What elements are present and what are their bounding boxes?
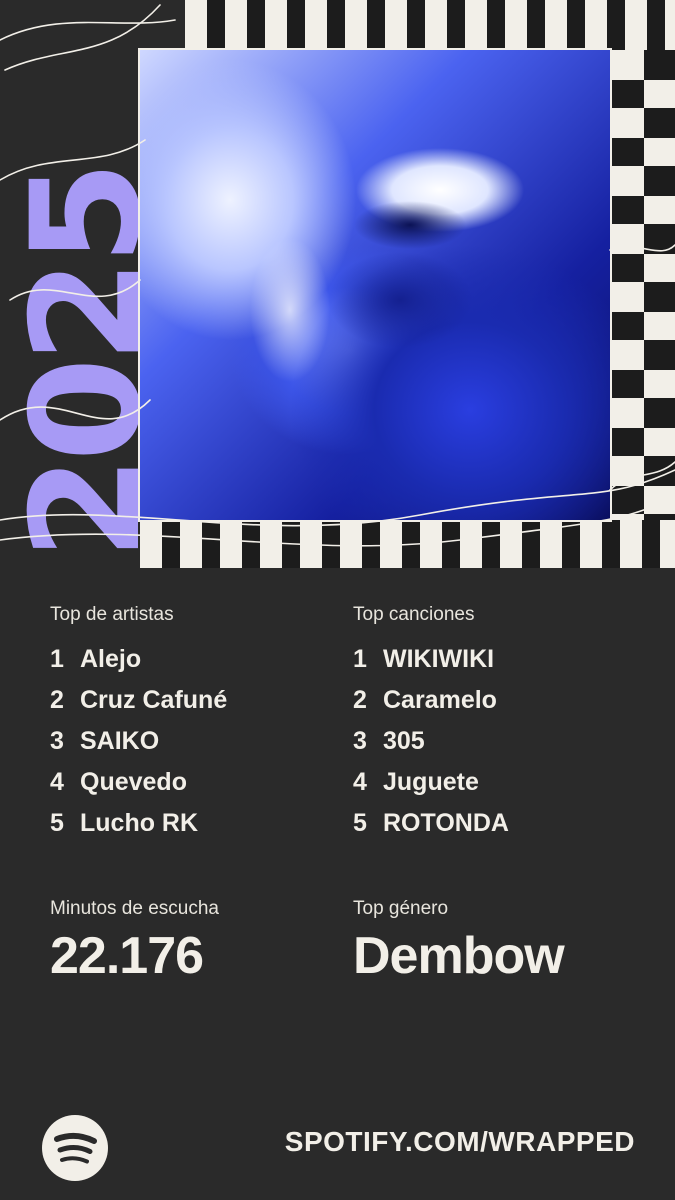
song-name: ROTONDA (383, 809, 509, 837)
wrapped-card: 2025 Top de artistas 1 Alejo 2 Cruz Cafuné (0, 0, 675, 1200)
minutes-value: 22.176 (50, 927, 204, 985)
rank-number: 1 (50, 645, 64, 673)
minutes-label: Minutos de escucha (50, 898, 219, 919)
genre-value: Dembow (353, 927, 565, 985)
spotify-logo-icon (42, 1115, 108, 1181)
artist-name: SAIKO (80, 727, 160, 755)
song-name: Caramelo (383, 686, 497, 714)
song-name: Juguete (383, 768, 479, 796)
rank-number: 2 (353, 686, 367, 714)
artist-item: 3 SAIKO (50, 721, 227, 762)
genre-stat: Top género Dembow (353, 896, 565, 988)
rank-number: 5 (50, 809, 64, 837)
scribble-lines-decoration (0, 4, 675, 547)
top-songs-list: 1 WIKIWIKI 2 Caramelo 3 305 4 Juguete 5 ROTON… (353, 639, 509, 844)
rank-number: 2 (50, 686, 64, 714)
spotify-waves-icon (54, 1132, 97, 1164)
artist-name: Cruz Cafuné (80, 686, 228, 714)
rank-number: 4 (50, 768, 64, 796)
artist-name: Lucho RK (80, 809, 199, 837)
song-name: WIKIWIKI (383, 645, 495, 673)
rank-number: 3 (50, 727, 64, 755)
rank-number: 4 (353, 768, 367, 796)
artist-item: 2 Cruz Cafuné (50, 680, 227, 721)
song-item: 1 WIKIWIKI (353, 639, 509, 680)
top-artists-section: Top de artistas 1 Alejo 2 Cruz Cafuné 3 SAI… (50, 603, 227, 844)
song-item: 5 ROTONDA (353, 803, 509, 844)
song-item: 4 Juguete (353, 762, 509, 803)
minutes-stat: Minutos de escucha 22.176 (50, 896, 219, 988)
top-artists-heading: Top de artistas (50, 604, 174, 625)
rank-number: 5 (353, 809, 367, 837)
artist-item: 4 Quevedo (50, 762, 227, 803)
artist-name: Alejo (80, 645, 142, 673)
artist-name: Quevedo (80, 768, 187, 796)
genre-label: Top género (353, 898, 449, 919)
wrapped-url-link[interactable]: SPOTIFY.COM/WRAPPED (285, 1126, 635, 1158)
rank-number: 1 (353, 645, 367, 673)
song-name: 305 (383, 727, 425, 755)
top-artists-list: 1 Alejo 2 Cruz Cafuné 3 SAIKO 4 Quevedo 5 Luc… (50, 639, 227, 844)
artist-item: 1 Alejo (50, 639, 227, 680)
song-item: 3 305 (353, 721, 509, 762)
header-artwork: 2025 (0, 0, 675, 568)
song-item: 2 Caramelo (353, 680, 509, 721)
top-songs-section: Top canciones 1 WIKIWIKI 2 Caramelo 3 305 4… (353, 603, 509, 844)
top-songs-heading: Top canciones (353, 604, 475, 625)
artist-item: 5 Lucho RK (50, 803, 227, 844)
rank-number: 3 (353, 727, 367, 755)
